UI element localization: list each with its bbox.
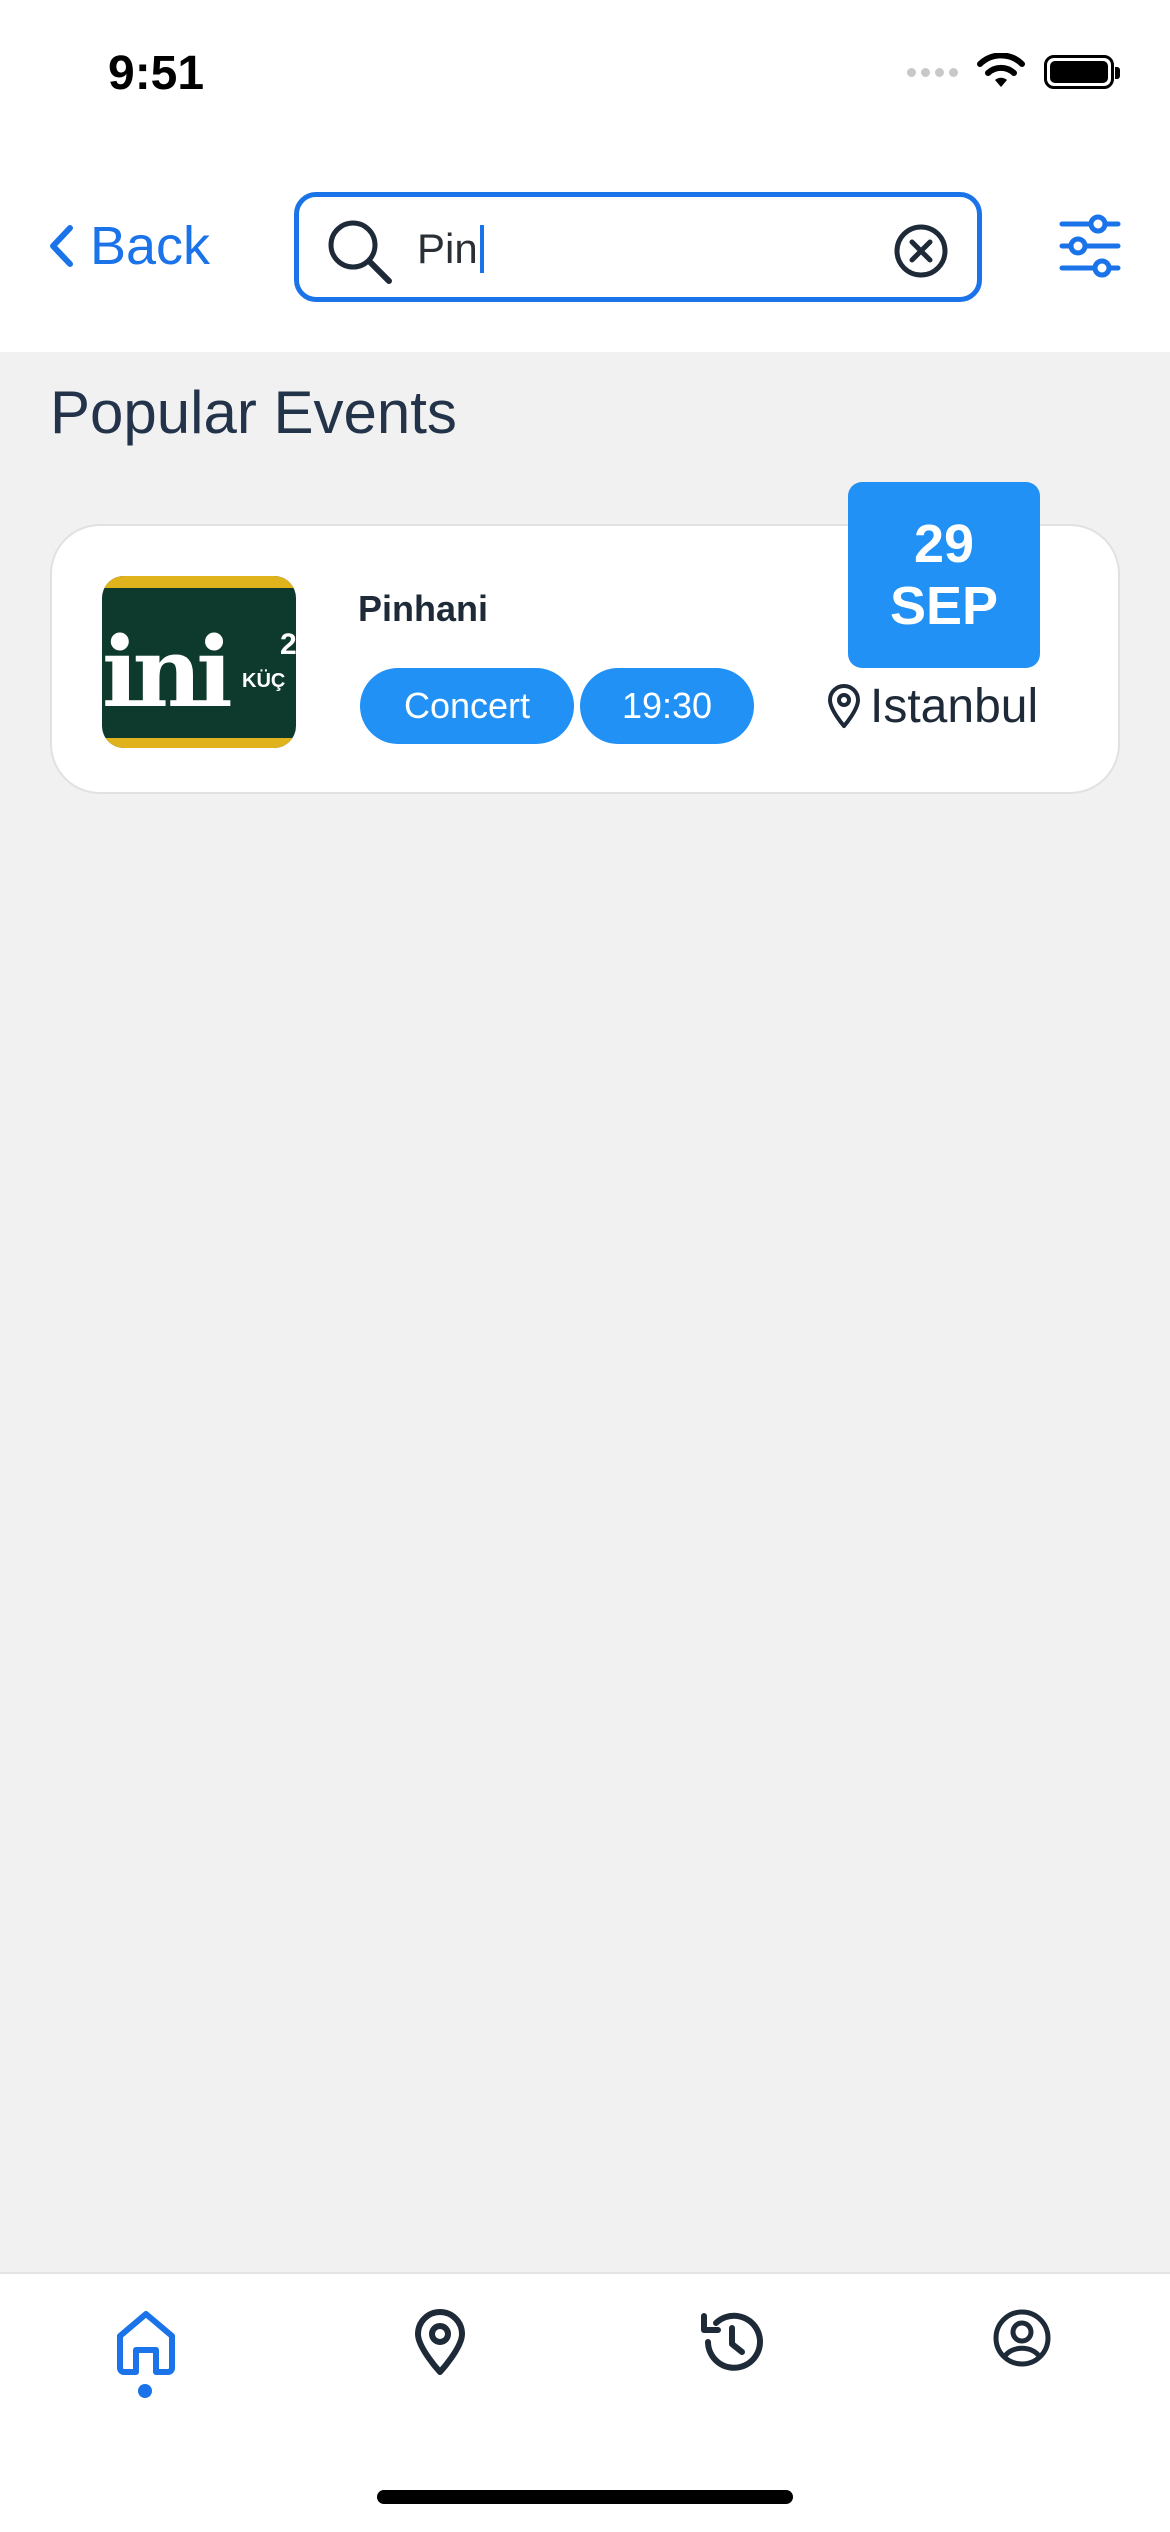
search-field[interactable]: Pin: [294, 192, 982, 302]
event-location: Istanbul: [826, 678, 1038, 734]
event-time-tag: 19:30: [580, 668, 754, 744]
home-icon: [117, 2311, 175, 2375]
clear-icon[interactable]: [893, 223, 949, 279]
location-icon: [415, 2309, 465, 2375]
thumbnail-text: KÜÇ: [242, 670, 286, 692]
event-location-label: Istanbul: [870, 679, 1039, 733]
cellular-signal-icon: [907, 67, 958, 77]
status-time: 9:51: [108, 47, 205, 100]
history-icon: [701, 2312, 763, 2371]
back-button[interactable]: Back: [48, 214, 210, 278]
tab-home[interactable]: [86, 2308, 206, 2428]
search-header: Back Pin: [0, 188, 1170, 306]
tab-location[interactable]: [380, 2308, 500, 2428]
text-caret: [479, 225, 484, 273]
home-indicator: [377, 2490, 793, 2504]
back-label: Back: [90, 216, 211, 276]
back-chevron-icon: [50, 225, 73, 267]
filter-icon[interactable]: [1058, 214, 1122, 278]
search-input[interactable]: Pin: [417, 219, 847, 279]
status-icons: [907, 52, 1120, 92]
search-input-value: Pin: [417, 225, 478, 272]
event-date-day: 29: [913, 513, 975, 574]
status-bar: 9:51: [0, 0, 1170, 150]
search-icon: [328, 220, 392, 284]
event-date-badge: 29 SEP: [848, 482, 1040, 668]
section-title: Popular Events: [50, 379, 457, 446]
event-date-month: SEP: [889, 576, 999, 636]
active-tab-indicator: [138, 2384, 152, 2398]
tab-history[interactable]: [672, 2308, 792, 2428]
wifi-icon: [977, 53, 1025, 87]
map-pin-icon: [828, 684, 860, 728]
thumbnail-logo: ini: [102, 616, 233, 729]
battery-icon: [1044, 55, 1120, 89]
event-thumbnail: ini 2 KÜÇ: [102, 576, 296, 748]
event-name: Pinhani: [358, 588, 489, 629]
thumbnail-number: 2: [280, 628, 296, 661]
event-category-tag: Concert: [360, 668, 574, 744]
profile-icon: [993, 2309, 1051, 2367]
tab-profile[interactable]: [962, 2308, 1082, 2428]
